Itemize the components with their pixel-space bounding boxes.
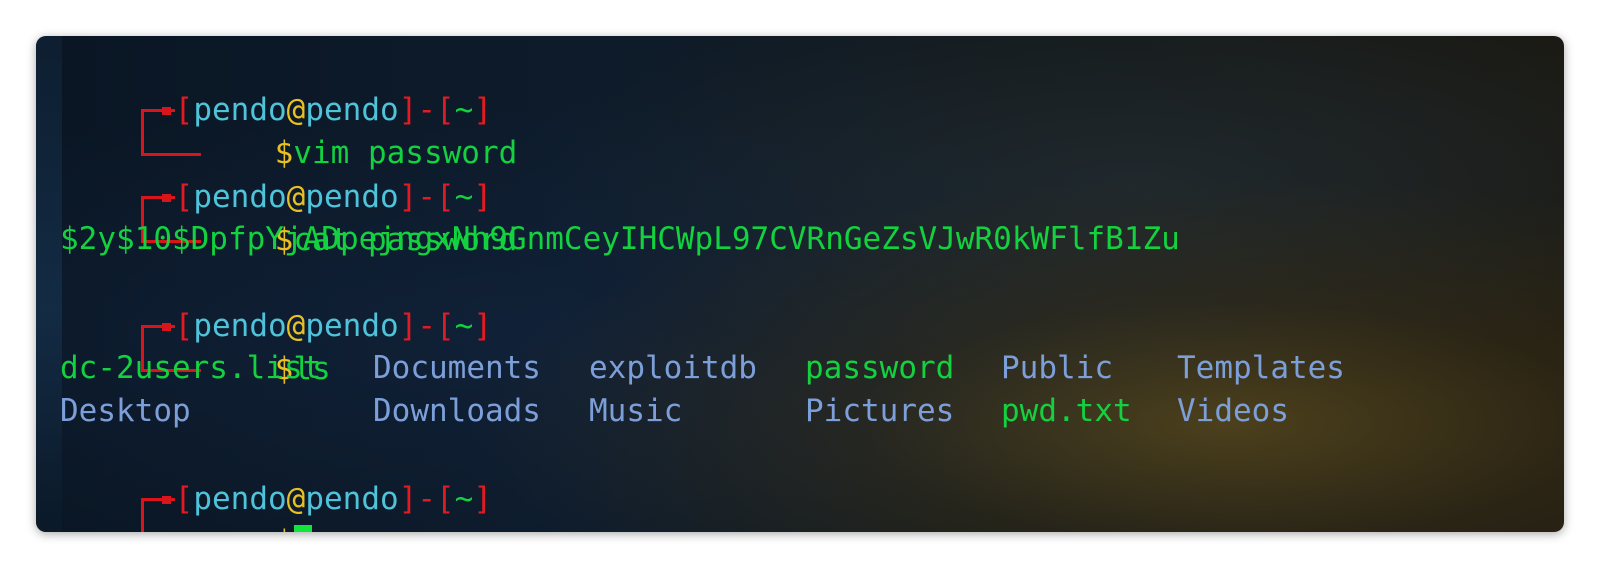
ls-entry-dir: Templates	[1177, 350, 1345, 386]
ls-row: dc-2users.list Documents exploitdb passw…	[60, 346, 1345, 390]
prompt-arrow-icon	[162, 107, 171, 115]
ls-entry-dir: Documents	[373, 350, 541, 386]
prompt-corner-bottom	[135, 520, 175, 532]
prompt-arrow-icon	[162, 194, 171, 202]
command-line: $vim password	[60, 87, 517, 171]
ls-entry-dir: Videos	[1177, 393, 1289, 429]
prompt-dollar: $	[275, 524, 294, 532]
ls-entry-dir: exploitdb	[589, 350, 757, 386]
hash-output: $2y$10$DpfpYjADpejngxNh9GnmCeyIHCWpL97CV…	[60, 221, 1180, 257]
background-streak	[36, 36, 62, 532]
prompt-arrow-icon	[162, 496, 171, 504]
ls-entry-dir: Public	[1001, 350, 1113, 386]
prompt-arrow-icon	[162, 323, 171, 331]
prompt-path: ~	[454, 481, 474, 517]
ls-entry-dir: Downloads	[373, 393, 541, 429]
ls-entry-dir: Desktop	[60, 393, 191, 429]
prompt-line: [pendo@pendo]-[~]	[60, 131, 492, 219]
command-line: $ls	[60, 303, 331, 387]
prompt-line: [pendo@pendo]-[~]	[60, 44, 492, 132]
prompt-path: ~	[454, 308, 474, 344]
ls-entry-dir: Music	[589, 393, 683, 429]
ls-entry-file: password	[805, 350, 955, 386]
ls-entry-dir: Pictures	[805, 393, 955, 429]
prompt-host: pendo	[305, 481, 399, 517]
ls-entry-file: pwd.txt	[1001, 393, 1132, 429]
ls-entry-file: dc-2users.list	[60, 350, 322, 386]
command-line: $cat password	[60, 174, 517, 258]
prompt-line: [pendo@pendo]-[~]	[60, 433, 492, 521]
command-line-active[interactable]: $	[60, 476, 313, 532]
text-cursor[interactable]	[294, 524, 313, 532]
ls-row: Desktop Downloads Music Pictures pwd.txt…	[60, 389, 1289, 433]
terminal-window[interactable]: [pendo@pendo]-[~] $vim password [pendo@p…	[36, 36, 1564, 532]
prompt-line: [pendo@pendo]-[~]	[60, 260, 492, 348]
